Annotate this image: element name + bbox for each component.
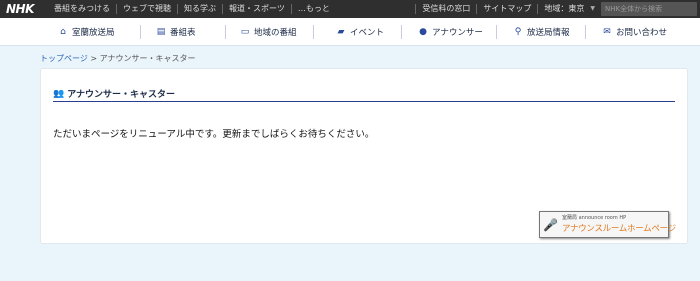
global-header: NHK 番組をみつける ウェブで視聴 知る学ぶ 報道・スポーツ …もっと 受信料…: [0, 0, 700, 18]
nav-item-label: 放送局情報: [527, 28, 570, 38]
global-link-learn[interactable]: 知る学ぶ: [177, 4, 222, 14]
search-input[interactable]: NHK全体から検索: [601, 2, 697, 16]
global-link-watch-web[interactable]: ウェブで視聴: [116, 4, 177, 14]
global-nav-links: 番組をみつける ウェブで視聴 知る学ぶ 報道・スポーツ …もっと: [48, 4, 336, 14]
nav-item-label: イベント: [350, 28, 385, 38]
tv-icon: ▭: [240, 27, 250, 37]
nav-item-program-guide[interactable]: ▤ 番組表: [156, 18, 196, 46]
local-nav: ⌂ 室蘭放送局 ▤ 番組表 ▭ 地域の番組 ▰ イベント ● アナウンサー ⚲ …: [0, 18, 700, 46]
breadcrumb-home-link[interactable]: トップページ: [40, 54, 88, 63]
antenna-icon: ⚲: [514, 27, 522, 37]
ticket-icon: ▰: [337, 27, 345, 37]
program-guide-icon: ▤: [156, 27, 166, 37]
region-selector[interactable]: 地域：東京 ▼: [537, 4, 601, 14]
breadcrumb-separator: >: [87, 54, 100, 63]
nav-item-station[interactable]: ⌂ 室蘭放送局: [58, 18, 115, 46]
nav-item-contact[interactable]: ✉ お問い合わせ: [602, 18, 667, 46]
mail-icon: ✉: [603, 27, 611, 37]
section-title: アナウンサー・キャスター: [67, 90, 176, 100]
nav-item-label: 番組表: [170, 28, 196, 38]
nhk-logo[interactable]: NHK: [6, 2, 48, 16]
fee-window-link[interactable]: 受信料の窓口: [415, 4, 476, 14]
nav-divider: [401, 25, 402, 39]
nav-divider: [225, 25, 226, 39]
region-label: 地域：東京: [544, 4, 585, 13]
nav-item-label: 室蘭放送局: [72, 28, 115, 38]
section-heading: 👥 アナウンサー・キャスター: [53, 86, 675, 102]
nav-item-label: 地域の番組: [254, 28, 297, 38]
microphone-icon: 🎤: [543, 218, 558, 232]
breadcrumb: トップページ > アナウンサー・キャスター: [40, 53, 195, 64]
people-icon: 👥: [53, 88, 65, 99]
nav-item-label: アナウンサー: [432, 28, 483, 38]
global-link-news-sports[interactable]: 報道・スポーツ: [222, 4, 291, 14]
header-right: 受信料の窓口 サイトマップ 地域：東京 ▼ NHK全体から検索: [415, 0, 700, 18]
content-panel: 👥 アナウンサー・キャスター ただいまページをリニューアル中です。更新までしばら…: [40, 68, 688, 244]
nav-item-label: お問い合わせ: [616, 28, 668, 38]
renewal-message: ただいまページをリニューアル中です。更新までしばらくお待ちください。: [53, 129, 375, 140]
nav-item-local-programs[interactable]: ▭ 地域の番組: [240, 18, 297, 46]
banner-subtitle: 室蘭局 announce room HP: [562, 215, 627, 221]
breadcrumb-current: アナウンサー・キャスター: [99, 54, 196, 63]
nav-item-station-info[interactable]: ⚲ 放送局情報: [513, 18, 570, 46]
nav-divider: [140, 25, 141, 39]
nav-item-events[interactable]: ▰ イベント: [336, 18, 384, 46]
nav-divider: [313, 25, 314, 39]
sitemap-link[interactable]: サイトマップ: [476, 4, 537, 14]
person-icon: ●: [419, 27, 427, 37]
nav-item-announcers[interactable]: ● アナウンサー: [418, 18, 483, 46]
announce-room-banner[interactable]: 🎤 室蘭局 announce room HP アナウンスルームホームページ: [539, 211, 676, 238]
nav-divider: [585, 25, 586, 39]
nav-divider: [496, 25, 497, 39]
global-link-more[interactable]: …もっと: [290, 4, 336, 14]
chevron-down-icon: ▼: [590, 5, 595, 12]
global-link-find-programs[interactable]: 番組をみつける: [48, 4, 116, 14]
banner-title: アナウンスルームホームページ: [562, 224, 676, 234]
home-icon: ⌂: [60, 27, 66, 37]
